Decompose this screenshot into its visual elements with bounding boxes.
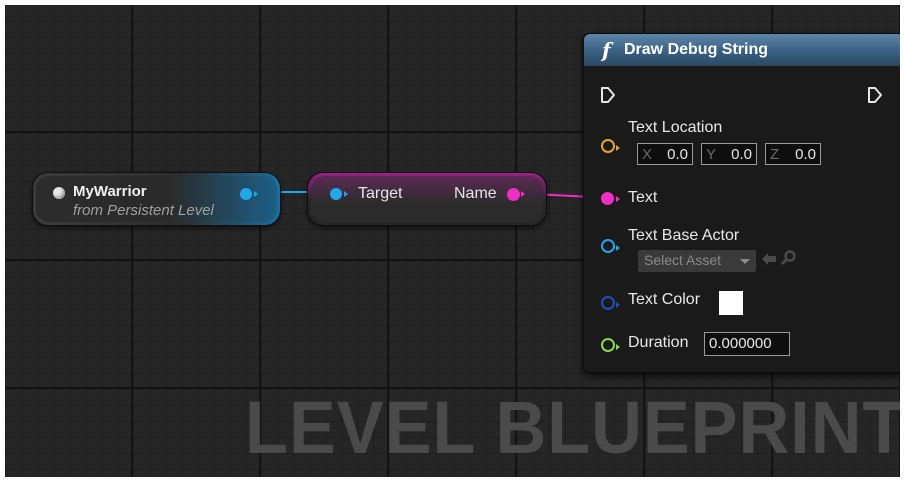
text-location-pin-arrow: [616, 145, 620, 151]
name-output-pin[interactable]: [507, 188, 520, 201]
graph-canvas[interactable]: LEVEL BLUEPRINT MyWarrior from Persisten…: [5, 5, 900, 477]
y-axis-label: Y: [706, 146, 717, 163]
get-name-node[interactable]: Target Name: [307, 172, 547, 226]
browse-icon[interactable]: [781, 250, 797, 266]
text-color-label: Text Color: [628, 291, 701, 308]
z-axis-label: Z: [770, 146, 780, 163]
screenshot-frame: LEVEL BLUEPRINT MyWarrior from Persisten…: [0, 0, 904, 482]
text-input-pin-arrow: [616, 196, 620, 202]
location-y-field[interactable]: Y 0.0: [701, 143, 757, 165]
text-color-pin-arrow: [616, 302, 620, 308]
ref-dot-icon: [53, 187, 65, 199]
function-icon: f: [602, 38, 611, 62]
duration-pin-arrow: [616, 344, 620, 350]
text-location-pin[interactable]: [601, 139, 615, 153]
actor-reference-subtitle: from Persistent Level: [73, 202, 214, 219]
y-value: 0.0: [731, 146, 752, 163]
actor-reference-title: MyWarrior: [73, 183, 147, 200]
text-color-pin[interactable]: [601, 296, 615, 310]
select-asset-dropdown[interactable]: Select Asset: [638, 250, 756, 272]
node-title: Draw Debug String: [624, 41, 769, 58]
target-label: Target: [358, 185, 403, 202]
exec-in-icon[interactable]: [600, 86, 616, 104]
text-location-label: Text Location: [628, 119, 723, 136]
location-x-field[interactable]: X 0.0: [637, 143, 693, 165]
name-label: Name: [454, 185, 497, 202]
x-axis-label: X: [642, 146, 653, 163]
location-z-field[interactable]: Z 0.0: [765, 143, 821, 165]
text-input-pin[interactable]: [601, 192, 614, 205]
text-base-actor-pin[interactable]: [601, 239, 615, 253]
duration-field[interactable]: 0.000000: [704, 332, 790, 356]
object-output-pin-arrow: [254, 191, 258, 197]
dropdown-caret-icon: [740, 259, 750, 264]
text-base-actor-label: Text Base Actor: [628, 227, 740, 244]
z-value: 0.0: [795, 146, 816, 163]
use-selected-icon[interactable]: [761, 252, 777, 266]
select-asset-label: Select Asset: [644, 252, 722, 268]
actor-reference-node[interactable]: MyWarrior from Persistent Level: [32, 172, 281, 226]
duration-label: Duration: [628, 334, 689, 351]
text-base-actor-pin-arrow: [616, 245, 620, 251]
target-input-pin-arrow: [344, 191, 348, 197]
exec-out-icon[interactable]: [867, 86, 883, 104]
text-color-swatch[interactable]: [719, 291, 743, 315]
name-output-pin-arrow: [521, 191, 525, 197]
node-header[interactable]: f Draw Debug String: [584, 34, 900, 66]
x-value: 0.0: [667, 146, 688, 163]
duration-pin[interactable]: [601, 338, 615, 352]
target-input-pin[interactable]: [330, 188, 342, 200]
object-output-pin[interactable]: [240, 188, 252, 200]
text-label: Text: [628, 189, 658, 206]
